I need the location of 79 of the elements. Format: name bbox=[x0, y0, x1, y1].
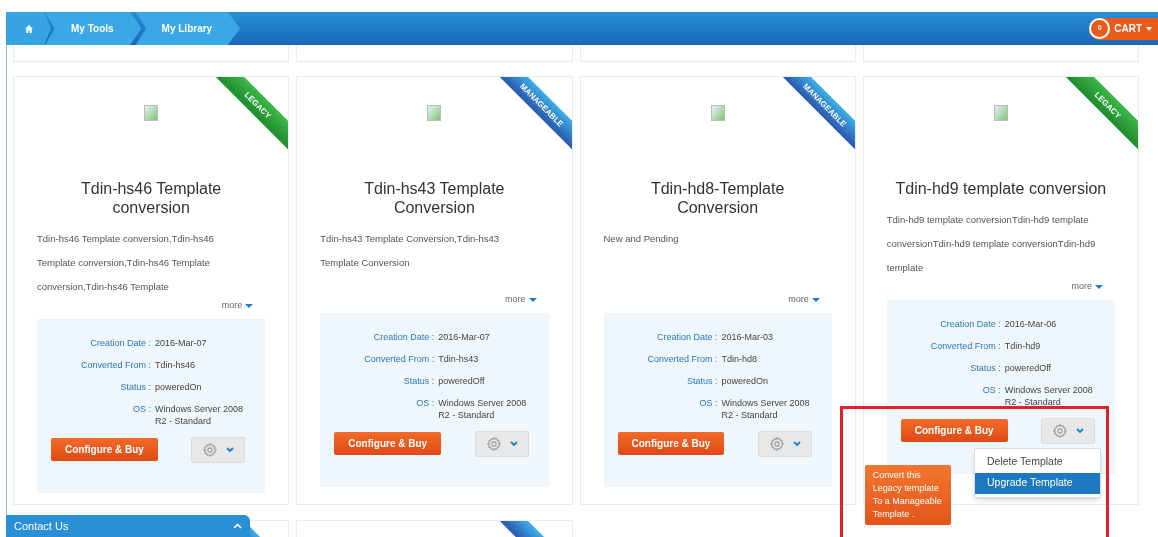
template-description: Tdin-hs46 Template conversion,Tdin-hs46 Template conversion,Tdin-hs46 Template conversion,Tdin-hs46 Template bbox=[37, 232, 215, 294]
configure-buy-button[interactable]: Configure & Buy bbox=[900, 419, 1008, 442]
caret-down-icon bbox=[1095, 284, 1103, 289]
detail-value: 2016-Mar-07 bbox=[155, 336, 208, 349]
detail-value: 2016-Mar-07 bbox=[438, 330, 491, 343]
configure-buy-button[interactable]: Configure & Buy bbox=[51, 438, 158, 461]
caret-down-icon bbox=[245, 303, 254, 308]
detail-label: Creation Date : bbox=[372, 330, 435, 343]
breadcrumb-link[interactable]: My Library bbox=[135, 12, 241, 45]
detail-label: OS : bbox=[981, 383, 1001, 397]
contact-us-label: Contact Us bbox=[14, 518, 69, 534]
caret-down-icon bbox=[811, 297, 820, 302]
detail-label: Status : bbox=[119, 380, 151, 393]
settings-dropdown-button[interactable] bbox=[1041, 417, 1095, 444]
breadcrumb-link[interactable]: My Tools bbox=[45, 12, 142, 45]
detail-value: poweredOn bbox=[155, 380, 203, 393]
detail-value: Windows Server 2008 R2 - Standard bbox=[1004, 383, 1094, 408]
detail-value: poweredOff bbox=[438, 374, 486, 387]
detail-label: Creation Date : bbox=[655, 330, 718, 343]
gear-icon bbox=[485, 435, 502, 452]
detail-value: Tdin-hd9 bbox=[1004, 339, 1042, 352]
detail-label: Converted From : bbox=[929, 339, 1001, 352]
template-description: New and Pending bbox=[603, 232, 680, 246]
detail-value: Tdin-hs46 bbox=[155, 358, 197, 371]
detail-label: OS : bbox=[698, 396, 718, 410]
menu-item[interactable]: Upgrade Template bbox=[975, 472, 1100, 494]
detail-value: 2016-Mar-06 bbox=[1004, 317, 1058, 330]
broken-image-icon bbox=[993, 105, 1008, 121]
settings-dropdown-button[interactable] bbox=[474, 430, 529, 457]
template-title: Tdin-hd8-Template Conversion bbox=[649, 179, 786, 217]
settings-dropdown-button[interactable] bbox=[191, 436, 246, 463]
upgrade-tooltip: Convert this Legacy template To a Manageable Template . bbox=[864, 464, 951, 525]
more-link[interactable]: more bbox=[221, 299, 266, 313]
contact-us-bar[interactable]: Contact Us bbox=[6, 515, 250, 537]
detail-value: Windows Server 2008 R2 - Standard bbox=[438, 396, 528, 421]
detail-label: Status : bbox=[402, 374, 435, 387]
detail-label: OS : bbox=[415, 396, 435, 410]
detail-label: Status : bbox=[686, 374, 718, 387]
home-crumb[interactable] bbox=[6, 12, 51, 45]
cart-label: CART bbox=[1114, 22, 1142, 36]
detail-label: Converted From : bbox=[646, 352, 718, 365]
configure-buy-button[interactable]: Configure & Buy bbox=[334, 432, 442, 455]
settings-dropdown-button[interactable] bbox=[757, 430, 812, 457]
template-title: Tdin-hs43 Template Conversion bbox=[363, 179, 506, 217]
caret-down-icon bbox=[1146, 26, 1152, 31]
gear-icon bbox=[1052, 422, 1068, 439]
broken-image-icon bbox=[427, 105, 442, 121]
configure-buy-button[interactable]: Configure & Buy bbox=[617, 432, 725, 455]
template-title: Tdin-hd9 template conversion bbox=[894, 179, 1108, 198]
detail-value: 2016-Mar-03 bbox=[721, 330, 775, 343]
caret-down-icon bbox=[528, 297, 537, 302]
broken-image-icon bbox=[710, 105, 725, 121]
menu-item[interactable]: Delete Template bbox=[975, 451, 1100, 473]
detail-value: Tdin-hd8 bbox=[721, 352, 759, 365]
chevron-down-icon bbox=[509, 440, 518, 447]
gear-icon bbox=[202, 441, 219, 458]
more-link[interactable]: more bbox=[1071, 280, 1115, 294]
chevron-down-icon bbox=[1076, 427, 1084, 434]
home-icon bbox=[23, 23, 34, 34]
detail-label: Converted From : bbox=[363, 352, 435, 365]
chevron-down-icon bbox=[226, 446, 235, 453]
chevron-down-icon bbox=[792, 440, 801, 447]
detail-label: Creation Date : bbox=[89, 336, 151, 349]
detail-label: OS : bbox=[132, 402, 151, 416]
more-link[interactable]: more bbox=[788, 293, 832, 307]
template-title: Tdin-hs46 Template conversion bbox=[80, 179, 223, 217]
detail-value: Windows Server 2008 R2 - Standard bbox=[721, 396, 811, 421]
template-description: Tdin-hd9 template conversionTdin-hd9 template conversionTdin-hd9 template conversionTdin-hd9 template bbox=[886, 213, 1097, 275]
detail-label: Status : bbox=[969, 361, 1001, 374]
detail-value: poweredOn bbox=[721, 374, 770, 387]
more-link[interactable]: more bbox=[505, 293, 549, 307]
detail-value: Windows Server 2008 R2 - Standard bbox=[155, 402, 245, 427]
detail-label: Converted From : bbox=[79, 358, 151, 371]
broken-image-icon bbox=[144, 105, 159, 121]
gear-icon bbox=[768, 435, 785, 452]
template-description: Tdin-hs43 Template Conversion,Tdin-hs43 Template Conversion bbox=[320, 232, 501, 270]
detail-label: Creation Date : bbox=[939, 317, 1001, 330]
detail-value: poweredOff bbox=[1004, 361, 1053, 374]
detail-value: Tdin-hs43 bbox=[438, 352, 480, 365]
